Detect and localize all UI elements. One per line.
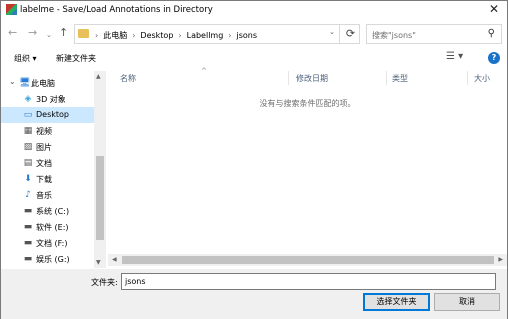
scroll-up-icon[interactable]: ▲ [96, 73, 101, 80]
tree-item-label: 视频 [36, 127, 52, 136]
view-options-icon[interactable]: ☰ ▾ [446, 51, 463, 62]
navigation-pane-scrollbar[interactable]: ▲ ▼ [94, 71, 106, 268]
folder-icon [78, 29, 89, 38]
drive-icon: ▬ [23, 238, 33, 248]
forward-arrow-icon[interactable]: → [28, 26, 37, 39]
recent-locations-chevron-icon[interactable]: ⌄ [46, 31, 52, 39]
folder-name-label: 文件夹: [91, 278, 118, 287]
tree-item-label: 此电脑 [31, 79, 55, 88]
refresh-icon[interactable]: ⟳ [339, 25, 361, 43]
tree-item-music[interactable]: ♪ 音乐 [1, 187, 94, 203]
tree-item-label: 音乐 [36, 191, 52, 200]
tree-item-label: 娱乐 (G:) [36, 255, 70, 264]
up-arrow-icon[interactable]: ↑ [59, 26, 68, 39]
scroll-right-icon[interactable]: ▶ [498, 256, 503, 263]
tree-item-label: 系统 (C:) [36, 207, 70, 216]
cube-icon: ◈ [24, 94, 32, 104]
file-list-horizontal-scrollbar[interactable]: ◀ ▶ [108, 254, 507, 266]
column-headers: ^ 名称 修改日期 类型 大小 [108, 67, 507, 85]
tree-item-label: 文档 [36, 159, 52, 168]
breadcrumb: › 此电脑 › Desktop › Labellmg › jsons [95, 30, 257, 41]
column-header-type[interactable]: 类型 [392, 73, 408, 84]
window-title: labelme - Save/Load Annotations in Direc… [20, 5, 213, 15]
breadcrumb-separator[interactable]: › [132, 31, 135, 40]
labelme-app-icon [6, 4, 17, 15]
address-bar[interactable]: › 此电脑 › Desktop › Labellmg › jsons ⌄ ⟳ [74, 24, 360, 44]
column-header-name[interactable]: 名称 [120, 73, 136, 84]
video-icon: ▦ [23, 126, 33, 136]
tree-item-label: 图片 [36, 143, 52, 152]
tree-item-this-pc[interactable]: ⌄ 🖥 此电脑 [1, 75, 94, 91]
select-folder-button[interactable]: 选择文件夹 [363, 293, 430, 311]
new-folder-button[interactable]: 新建文件夹 [56, 53, 96, 64]
search-box[interactable]: 搜索"jsons" ⚲ [366, 24, 502, 44]
download-icon: ⬇ [24, 174, 32, 184]
computer-icon: 🖥 [19, 78, 31, 88]
column-divider[interactable] [467, 71, 468, 85]
desktop-icon: ▭ [23, 110, 33, 120]
scrollbar-thumb[interactable] [96, 156, 104, 240]
tree-item-drive-g[interactable]: ▬ 娱乐 (G:) [1, 251, 94, 267]
tree-item-documents[interactable]: ▤ 文档 [1, 155, 94, 171]
command-bar: 组织 ▾ 新建文件夹 ☰ ▾ ? [1, 49, 507, 69]
empty-results-message: 没有与搜索条件匹配的项。 [259, 99, 356, 108]
tree-item-videos[interactable]: ▦ 视频 [1, 123, 94, 139]
expand-chevron-icon[interactable]: ⌄ [9, 77, 16, 86]
dialog-window: labelme - Save/Load Annotations in Direc… [0, 0, 508, 319]
tree-item-drive-c[interactable]: ▬ 系统 (C:) [1, 203, 94, 219]
column-divider[interactable] [288, 71, 289, 85]
drive-icon: ▬ [23, 254, 33, 264]
tree-item-label: 3D 对象 [36, 95, 66, 104]
breadcrumb-labellmg[interactable]: Labellmg [187, 31, 224, 40]
column-divider[interactable] [386, 71, 387, 85]
scroll-left-icon[interactable]: ◀ [112, 256, 117, 263]
organize-menu-button[interactable]: 组织 ▾ [14, 53, 37, 64]
tree-item-desktop[interactable]: ▭ Desktop [1, 107, 94, 123]
tree-item-downloads[interactable]: ⬇ 下载 [1, 171, 94, 187]
tree-item-drive-e[interactable]: ▬ 软件 (E:) [1, 219, 94, 235]
navigation-pane: ⌄ 🖥 此电脑 ◈ 3D 对象 ▭ Desktop ▦ 视频 ▨ 图片 ▤ 文档… [1, 71, 106, 268]
tree-item-label: 软件 (E:) [36, 223, 69, 232]
tree-item-label: 下载 [36, 175, 52, 184]
cancel-button[interactable]: 取消 [434, 293, 500, 311]
column-header-size[interactable]: 大小 [474, 73, 490, 84]
tree-item-drive-f[interactable]: ▬ 文档 (F:) [1, 235, 94, 251]
breadcrumb-desktop[interactable]: Desktop [140, 31, 173, 40]
breadcrumb-separator: › [95, 31, 99, 40]
sort-caret-icon: ^ [201, 67, 207, 75]
navigation-bar: ← → ⌄ ↑ › 此电脑 › Desktop › Labellmg › jsons ⌄ ⟳ … [1, 22, 507, 46]
breadcrumb-separator[interactable]: › [228, 31, 231, 40]
tree-item-pictures[interactable]: ▨ 图片 [1, 139, 94, 155]
folder-name-field[interactable]: jsons [121, 273, 496, 290]
search-icon[interactable]: ⚲ [488, 28, 495, 39]
tree-item-3d-objects[interactable]: ◈ 3D 对象 [1, 91, 94, 107]
column-header-date-modified[interactable]: 修改日期 [296, 73, 328, 84]
close-icon[interactable]: ✕ [489, 2, 499, 16]
file-list: ^ 名称 修改日期 类型 大小 没有与搜索条件匹配的项。 [108, 67, 507, 253]
scrollbar-thumb[interactable] [122, 256, 494, 264]
breadcrumb-jsons[interactable]: jsons [237, 31, 258, 40]
scroll-down-icon[interactable]: ▼ [96, 259, 101, 266]
address-dropdown-chevron-icon[interactable]: ⌄ [325, 28, 339, 36]
drive-icon: ▬ [23, 222, 33, 232]
music-icon: ♪ [25, 190, 31, 200]
dialog-footer: 文件夹: jsons 选择文件夹 取消 [1, 269, 507, 319]
tree-item-label: 文档 (F:) [36, 239, 68, 248]
breadcrumb-this-pc[interactable]: 此电脑 [103, 31, 127, 40]
drive-icon: ▬ [23, 206, 33, 216]
tree-item-label: Desktop [36, 110, 69, 119]
image-icon: ▨ [23, 142, 33, 152]
breadcrumb-separator[interactable]: › [178, 31, 181, 40]
help-icon[interactable]: ? [488, 52, 500, 64]
document-icon: ▤ [23, 158, 33, 168]
title-bar: labelme - Save/Load Annotations in Direc… [1, 1, 507, 19]
search-input[interactable]: 搜索"jsons" [372, 30, 416, 41]
back-arrow-icon[interactable]: ← [8, 26, 17, 39]
